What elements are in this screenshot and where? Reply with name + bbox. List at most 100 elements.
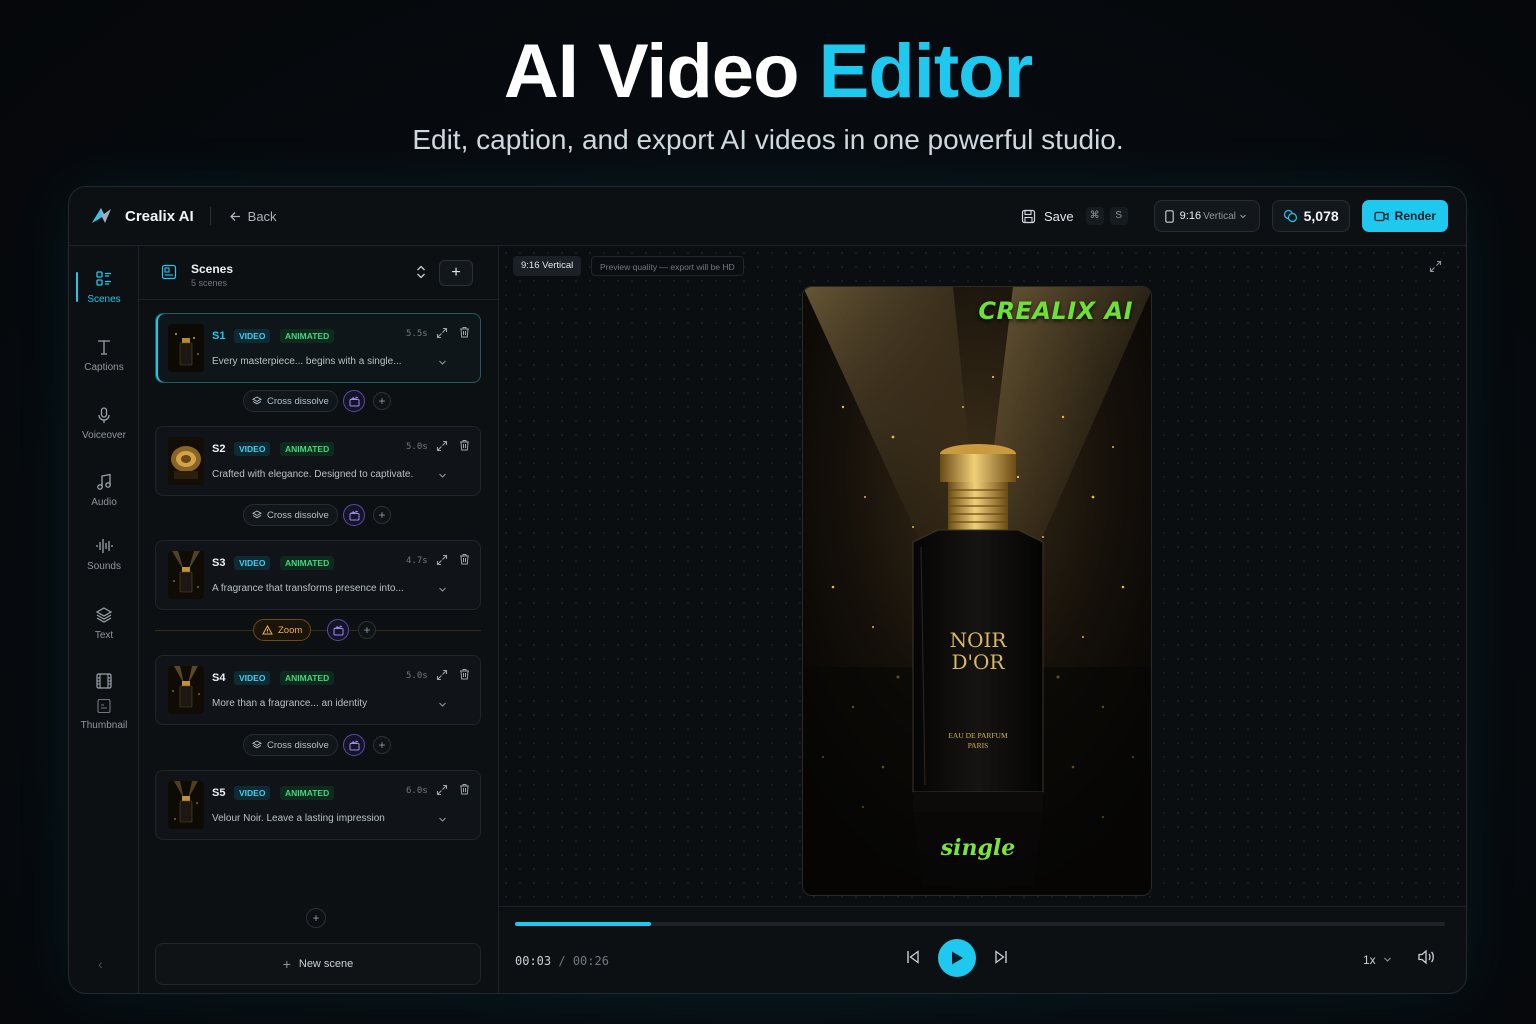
- scene-card-s2[interactable]: S2 VIDEO ANIMATED 5.0s Crafted with eleg…: [155, 426, 481, 496]
- hero-subtitle: Edit, caption, and export AI videos in o…: [412, 124, 1124, 155]
- new-scene-button[interactable]: + New scene: [155, 943, 481, 985]
- scene-card-s1[interactable]: S1 VIDEO ANIMATED 5.5s Every masterpiece…: [155, 313, 481, 383]
- transition-chip[interactable]: Cross dissolve: [243, 390, 338, 412]
- scenes-panel-icon: [161, 264, 177, 280]
- chevron-down-icon[interactable]: [438, 585, 447, 594]
- scene-type-badge: VIDEO: [234, 442, 271, 456]
- skip-back-icon[interactable]: [905, 949, 921, 965]
- bottle-name-line2: D'OR: [951, 650, 1005, 674]
- rail-label-audio: Audio: [91, 497, 117, 508]
- transition-chip[interactable]: Cross dissolve: [243, 504, 338, 526]
- scene-caption: A fragrance that transforms presence int…: [212, 583, 404, 594]
- back-button[interactable]: Back: [229, 209, 277, 224]
- progress-bar[interactable]: [515, 922, 1445, 926]
- aspect-ratio-select[interactable]: 9:16 Vertical: [1153, 200, 1260, 232]
- scene-status-badge: ANIMATED: [280, 556, 335, 570]
- scene-card-s4[interactable]: S4 VIDEO ANIMATED 5.0s More than a fragr…: [155, 655, 481, 725]
- scene-card-s3[interactable]: S3 VIDEO ANIMATED 4.7s A fragrance that …: [155, 540, 481, 610]
- fullscreen-icon[interactable]: [1429, 260, 1442, 273]
- skip-forward-icon[interactable]: [993, 949, 1009, 965]
- transition-chip-warning[interactable]: Zoom: [253, 619, 312, 641]
- insert-scene-button[interactable]: +: [373, 506, 391, 524]
- scene-id: S5: [212, 787, 226, 799]
- trash-icon[interactable]: [459, 326, 470, 338]
- rail-item-text[interactable]: Text: [69, 606, 139, 641]
- transition-effect-button[interactable]: [327, 619, 349, 641]
- layers-icon: [252, 510, 262, 519]
- collapse-rail-icon[interactable]: ‹: [98, 956, 103, 972]
- rail-item-captions[interactable]: Captions: [69, 338, 139, 373]
- scenes-count: 5 scenes: [191, 278, 228, 288]
- scene-duration: 5.0s: [406, 442, 428, 452]
- scene-card-s5[interactable]: S5 VIDEO ANIMATED 6.0s Velour Noir. Leav…: [155, 770, 481, 840]
- expand-icon[interactable]: [436, 554, 448, 566]
- sort-icon[interactable]: [415, 264, 427, 280]
- expand-icon[interactable]: [436, 440, 448, 452]
- warning-icon: [262, 625, 273, 635]
- expand-icon[interactable]: [436, 669, 448, 681]
- trash-icon[interactable]: [459, 553, 470, 565]
- transition-chip[interactable]: Cross dissolve: [243, 734, 338, 756]
- phone-icon: [1164, 209, 1174, 223]
- scenes-panel: Scenes 5 scenes + S1 VIDEO ANIMATED 5.5s…: [139, 246, 499, 993]
- chevron-down-icon[interactable]: [438, 700, 447, 709]
- scene-duration: 6.0s: [406, 786, 428, 796]
- transition-effect-button[interactable]: [343, 504, 365, 526]
- rail-item-thumbnail[interactable]: Thumbnail: [69, 672, 139, 731]
- render-button[interactable]: Render: [1361, 200, 1448, 232]
- rail-item-audio[interactable]: Audio: [69, 473, 139, 508]
- trash-icon[interactable]: [459, 668, 470, 680]
- append-scene-button[interactable]: +: [306, 908, 326, 928]
- transition-effect-button[interactable]: [343, 734, 365, 756]
- new-scene-label: New scene: [298, 958, 354, 970]
- insert-scene-button[interactable]: +: [373, 392, 391, 410]
- header-divider: [209, 207, 211, 225]
- time-separator: /: [558, 954, 566, 968]
- image-frame-icon: [97, 698, 111, 714]
- trash-icon[interactable]: [459, 783, 470, 795]
- scene-id: S2: [212, 443, 226, 455]
- rail-label-sounds: Sounds: [87, 561, 121, 572]
- scene-thumbnail: [168, 324, 204, 372]
- layers-icon: [252, 396, 262, 405]
- render-label: Render: [1394, 209, 1436, 223]
- bottle-name-line1: NOIR: [949, 628, 1007, 652]
- chevron-down-icon[interactable]: [438, 358, 447, 367]
- rail-label-thumbnail: Thumbnail: [80, 720, 128, 731]
- chevron-down-icon[interactable]: [438, 815, 447, 824]
- play-button[interactable]: [938, 939, 976, 977]
- rail-label-captions: Captions: [84, 362, 124, 373]
- expand-icon[interactable]: [436, 784, 448, 796]
- transition-effect-button[interactable]: [343, 390, 365, 412]
- trash-icon[interactable]: [459, 439, 470, 451]
- insert-scene-button[interactable]: +: [373, 736, 391, 754]
- preview-ratio-chip: 9:16 Vertical: [513, 256, 582, 276]
- scene-caption: More than a fragrance... an identity: [212, 698, 368, 709]
- microphone-icon: [98, 407, 110, 423]
- editor-window: Crealix AI Back Save ⌘ S 9:16 Vertical 5…: [68, 186, 1467, 994]
- save-button[interactable]: Save ⌘ S: [1021, 207, 1128, 225]
- rail-item-sounds[interactable]: Sounds: [69, 537, 139, 572]
- player-controls: 00:03 / 00:26 1x: [499, 906, 1466, 993]
- scene-status-badge: ANIMATED: [280, 671, 335, 685]
- transition-4: Cross dissolve +: [139, 734, 499, 758]
- chevron-down-icon[interactable]: [438, 471, 447, 480]
- video-preview[interactable]: CREALIX AI NOIR D'OR EAU DE PARFUM PARIS s…: [802, 286, 1152, 896]
- scene-duration: 5.0s: [406, 671, 428, 681]
- play-icon: [952, 951, 963, 965]
- layers-icon: [95, 607, 113, 623]
- playback-speed-select[interactable]: 1x: [1363, 953, 1392, 967]
- brand[interactable]: Crealix AI: [89, 203, 194, 229]
- scene-caption: Every masterpiece... begins with a singl…: [212, 356, 402, 367]
- add-scene-button[interactable]: +: [439, 260, 473, 286]
- rail-item-scenes[interactable]: Scenes: [69, 270, 139, 305]
- current-time: 00:03: [515, 954, 552, 968]
- layers-icon: [252, 740, 262, 749]
- insert-scene-button[interactable]: +: [358, 621, 376, 639]
- expand-icon[interactable]: [436, 327, 448, 339]
- volume-icon[interactable]: [1417, 949, 1435, 965]
- transition-label: Zoom: [278, 624, 303, 636]
- scene-duration: 5.5s: [406, 329, 428, 339]
- credits-display[interactable]: 5,078: [1271, 200, 1350, 232]
- rail-item-voiceover[interactable]: Voiceover: [69, 406, 139, 441]
